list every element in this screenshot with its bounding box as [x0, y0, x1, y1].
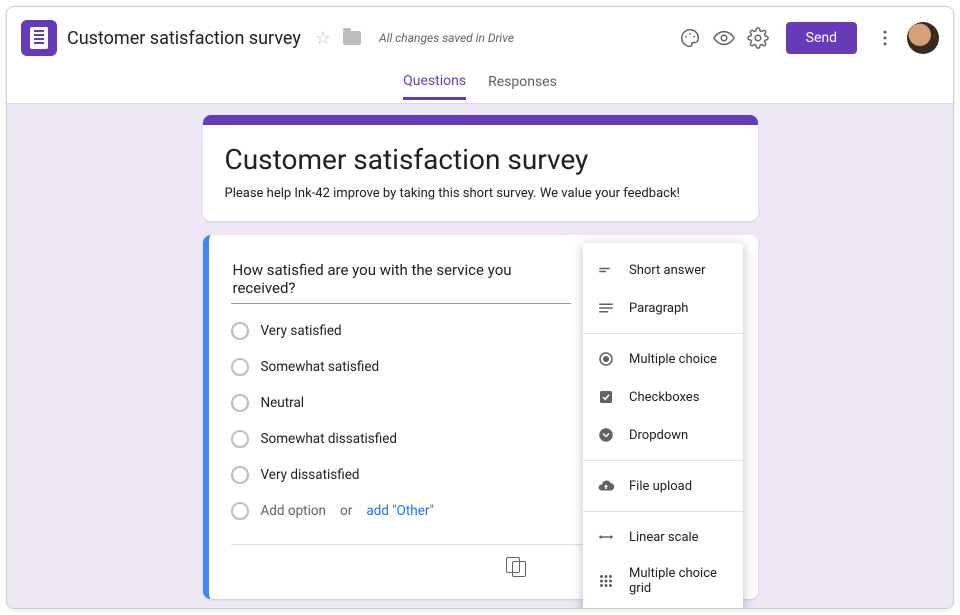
paragraph-icon	[597, 299, 615, 317]
palette-icon[interactable]	[678, 26, 702, 50]
dropdown-icon	[597, 426, 615, 444]
radio-icon	[231, 358, 249, 376]
radio-icon	[231, 430, 249, 448]
linear-scale-icon	[597, 528, 615, 546]
form-description-field[interactable]: Please help Ink-42 improve by taking thi…	[225, 186, 736, 201]
form-canvas: Customer satisfaction survey Please help…	[7, 103, 953, 608]
top-bar: Customer satisfaction survey ☆ All chang…	[7, 7, 953, 69]
type-dropdown[interactable]: Dropdown	[583, 416, 743, 454]
radio-selected-icon	[597, 350, 615, 368]
menu-label: Checkboxes	[629, 390, 699, 405]
menu-label: Dropdown	[629, 428, 688, 443]
option-label[interactable]: Somewhat dissatisfied	[261, 431, 398, 447]
add-other-link[interactable]: add "Other"	[366, 503, 434, 519]
option-label[interactable]: Neutral	[261, 395, 305, 411]
menu-label: Linear scale	[629, 530, 699, 545]
menu-divider	[583, 460, 743, 461]
form-title[interactable]: Customer satisfaction survey	[67, 28, 301, 49]
cloud-upload-icon	[597, 477, 615, 495]
save-status: All changes saved in Drive	[379, 31, 514, 45]
add-option-link[interactable]: Add option	[261, 503, 327, 519]
checkbox-icon	[597, 388, 615, 406]
type-short-answer[interactable]: Short answer	[583, 251, 743, 289]
grid-dots-icon	[597, 572, 615, 590]
radio-icon	[231, 322, 249, 340]
radio-icon	[231, 466, 249, 484]
menu-divider	[583, 333, 743, 334]
form-header-card[interactable]: Customer satisfaction survey Please help…	[203, 115, 758, 221]
settings-icon[interactable]	[746, 26, 770, 50]
menu-label: Short answer	[629, 263, 706, 278]
folder-icon[interactable]	[343, 31, 361, 45]
more-icon[interactable]	[873, 26, 897, 50]
type-paragraph[interactable]: Paragraph	[583, 289, 743, 327]
menu-divider	[583, 511, 743, 512]
question-type-menu: Short answer Paragraph Multiple choice C…	[583, 243, 743, 608]
star-icon[interactable]: ☆	[315, 28, 331, 49]
duplicate-icon[interactable]	[506, 557, 526, 577]
menu-label: Multiple choice grid	[629, 566, 729, 596]
tab-questions[interactable]: Questions	[403, 73, 466, 100]
type-linear-scale[interactable]: Linear scale	[583, 518, 743, 556]
question-title-input[interactable]: How satisfied are you with the service y…	[231, 257, 571, 304]
type-checkboxes[interactable]: Checkboxes	[583, 378, 743, 416]
account-avatar[interactable]	[907, 22, 939, 54]
send-button[interactable]: Send	[786, 22, 857, 54]
menu-label: Multiple choice	[629, 352, 717, 367]
or-text: or	[340, 503, 352, 519]
short-answer-icon	[597, 261, 615, 279]
forms-logo[interactable]	[21, 20, 57, 56]
tabs-bar: Questions Responses	[7, 69, 953, 103]
radio-icon	[231, 502, 249, 520]
type-mc-grid[interactable]: Multiple choice grid	[583, 556, 743, 606]
menu-label: File upload	[629, 479, 692, 494]
radio-icon	[231, 394, 249, 412]
type-cb-grid[interactable]: Checkbox grid	[583, 606, 743, 608]
option-label[interactable]: Somewhat satisfied	[261, 359, 380, 375]
option-label[interactable]: Very satisfied	[261, 323, 342, 339]
preview-icon[interactable]	[712, 26, 736, 50]
option-label[interactable]: Very dissatisfied	[261, 467, 360, 483]
type-file-upload[interactable]: File upload	[583, 467, 743, 505]
menu-label: Paragraph	[629, 301, 688, 316]
type-multiple-choice[interactable]: Multiple choice	[583, 340, 743, 378]
tab-responses[interactable]: Responses	[488, 74, 557, 98]
form-title-field[interactable]: Customer satisfaction survey	[225, 143, 736, 176]
